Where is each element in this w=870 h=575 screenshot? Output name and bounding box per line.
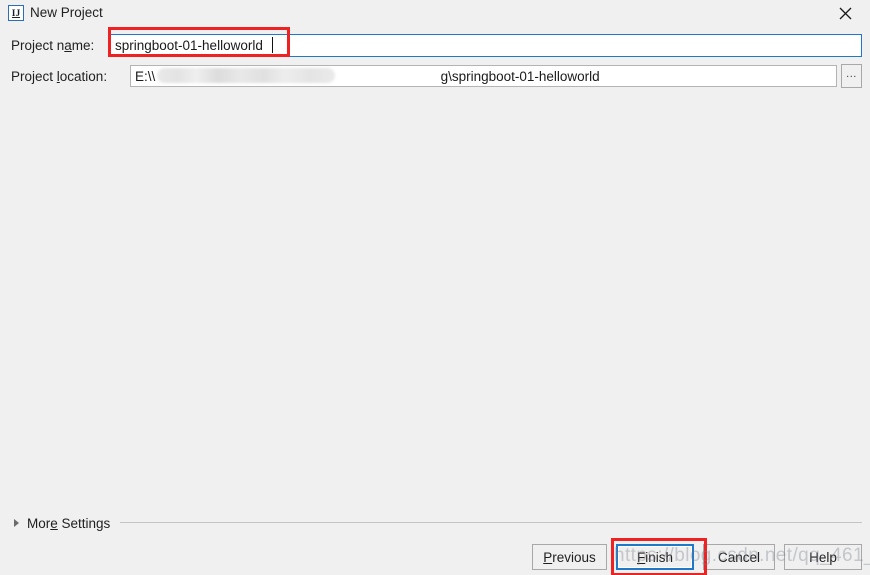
ellipsis-icon: ... <box>846 67 857 80</box>
project-name-input[interactable] <box>110 34 862 57</box>
project-location-input[interactable] <box>130 65 837 87</box>
previous-button[interactable]: Previous <box>532 544 607 570</box>
project-name-label: Project name: <box>11 38 95 53</box>
text-caret <box>272 37 273 53</box>
title-bar: IJ New Project <box>0 0 870 27</box>
more-settings-label: More Settings <box>27 515 111 531</box>
finish-button[interactable]: Finish <box>616 544 694 570</box>
app-icon-underline <box>12 16 20 18</box>
chevron-right-icon <box>14 519 19 527</box>
window-title: New Project <box>30 5 103 20</box>
project-location-label: Project location: <box>11 69 108 84</box>
help-button[interactable]: Help <box>784 544 862 570</box>
cancel-button[interactable]: Cancel <box>703 544 775 570</box>
close-button[interactable] <box>824 0 866 26</box>
close-icon <box>839 7 851 19</box>
more-settings-toggle[interactable]: More Settings <box>14 514 110 532</box>
intellij-idea-icon: IJ <box>8 5 24 21</box>
more-settings-separator <box>120 522 862 523</box>
browse-folder-button[interactable]: ... <box>841 64 862 88</box>
